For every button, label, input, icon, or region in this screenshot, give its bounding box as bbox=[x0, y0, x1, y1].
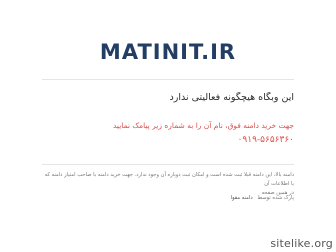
footer-links: پارک شده توسط دامنه مقوا bbox=[42, 195, 294, 201]
domain-title: MATINIT.IR bbox=[99, 40, 237, 64]
bottom-divider bbox=[42, 164, 294, 165]
watermark: sitelike.org bbox=[270, 237, 333, 250]
phone-number[interactable]: ۰۹۱۹-۵۶۵۶۳۶۰ bbox=[42, 135, 294, 145]
disclaimer-text: دامنه بالا، این دامنه قبلا ثبت شده است و… bbox=[42, 171, 294, 198]
parked-domain-page: MATINIT.IR این وبگاه هیچگونه فعالیتی ندا… bbox=[0, 0, 336, 252]
parked-by-label: پارک شده توسط bbox=[257, 195, 294, 201]
inactive-message: این وبگاه هیچگونه فعالیتی ندارد bbox=[169, 92, 295, 103]
registrar-link[interactable]: دامنه مقوا bbox=[231, 195, 253, 201]
disclaimer-line-1: دامنه بالا، این دامنه قبلا ثبت شده است و… bbox=[44, 172, 294, 187]
top-divider bbox=[42, 79, 294, 80]
contact-message: جهت خرید دامنه فوق، نام آن را به شماره ز… bbox=[113, 121, 294, 130]
